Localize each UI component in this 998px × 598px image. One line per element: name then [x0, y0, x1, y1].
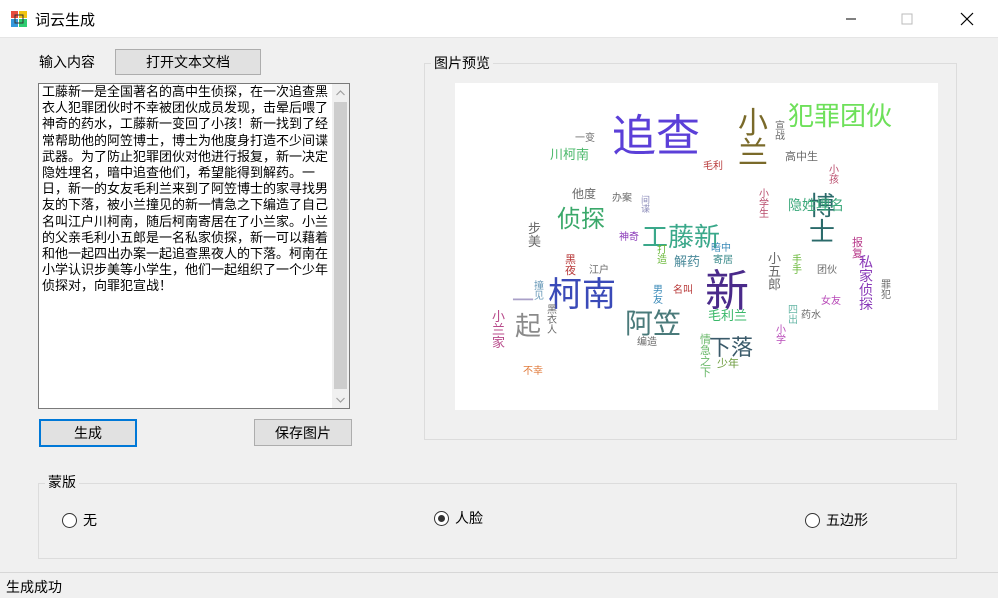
wordcloud-word: 小学 — [776, 324, 786, 346]
input-label: 输入内容 — [39, 55, 95, 71]
title-bar: 词云生成 — [0, 0, 998, 38]
wordcloud-word: 四出 — [788, 305, 798, 326]
maximize-button[interactable] — [884, 0, 930, 38]
wordcloud-word: 高中生 — [785, 149, 818, 163]
wordcloud-word: 小兰家 — [492, 310, 505, 351]
wordcloud-word: 步美 — [528, 222, 541, 250]
wordcloud-word: 罪犯 — [881, 279, 891, 301]
wordcloud-word: 男友 — [653, 284, 663, 306]
wordcloud-word: 寄居 — [713, 253, 733, 266]
radio-face[interactable] — [434, 510, 449, 526]
wordcloud-word: 少年 — [717, 356, 739, 370]
mask-option-pentagon-label: 五边形 — [826, 513, 868, 529]
wordcloud-word: 小孩 — [829, 164, 839, 186]
wordcloud-word: 情急之下 — [700, 333, 711, 379]
status-bar: 生成成功 — [0, 572, 998, 598]
wordcloud-word: 黑夜 — [565, 253, 576, 277]
wordcloud-preview-image: 追查 犯罪团伙 小兰新柯南 博士 阿笠 工藤新 侦探 下落起一隐姓埋名 川柯南 高中生 毛利兰 解药私… — [455, 83, 938, 410]
wordcloud-word: 女友 — [821, 294, 841, 307]
wordcloud-word: 编造 — [637, 335, 657, 348]
open-text-file-button[interactable]: 打开文本文档 — [115, 49, 261, 75]
wordcloud-word: 他度 — [572, 186, 596, 201]
wordcloud-word: 黑衣人 — [547, 304, 557, 336]
input-textarea[interactable]: 工藤新一是全国著名的高中生侦探，在一次追查黑衣人犯罪团伙时不幸被团伙成员发现，击… — [38, 83, 350, 409]
wordcloud-word: 报复 — [852, 235, 863, 260]
wordcloud-word: 川柯南 — [550, 147, 589, 163]
window-title: 词云生成 — [35, 11, 96, 29]
mask-option-none-label: 无 — [83, 513, 97, 529]
minimize-button[interactable] — [828, 0, 874, 38]
wordcloud-word: 小五郎 — [768, 252, 781, 293]
status-text: 生成成功 — [6, 580, 62, 596]
wordcloud-word: 不幸 — [523, 365, 543, 377]
wordcloud-word: 药水 — [801, 309, 821, 321]
wordcloud-word: 暗中 — [711, 241, 731, 254]
save-image-button[interactable]: 保存图片 — [254, 419, 352, 446]
wordcloud-word: 隐姓埋名 — [788, 198, 844, 214]
wordcloud-word: 宣战 — [775, 119, 785, 142]
mask-label: 蒙版 — [45, 472, 79, 492]
wordcloud-word: 一变 — [575, 131, 595, 144]
close-button[interactable] — [944, 0, 990, 38]
wordcloud-word: 办案 — [612, 191, 632, 204]
wordcloud-word: 打造 — [657, 243, 667, 266]
wordcloud-word: 名叫 — [673, 283, 693, 296]
wordcloud-svg: 追查 犯罪团伙小兰新柯南博士阿笠工藤新侦探下落起一隐姓埋名川柯南 高中生毛利兰解药私… — [492, 102, 892, 379]
wordcloud-word: 江户 — [589, 263, 609, 276]
wordcloud-word: 工藤新 — [642, 223, 720, 253]
minimize-icon — [846, 18, 856, 20]
preview-label: 图片预览 — [431, 53, 493, 73]
wordcloud-word: 解药 — [674, 255, 700, 270]
scroll-up-icon[interactable] — [332, 84, 349, 101]
wordcloud-word: 毛利兰 — [708, 309, 747, 324]
wordcloud-word: 追查 — [612, 111, 700, 162]
wordcloud-word: 手手 — [792, 253, 802, 276]
wordcloud-word: 团伙 — [817, 264, 837, 276]
wordcloud-word: 侦探 — [557, 205, 605, 233]
wordcloud-word: 神奇 — [619, 230, 639, 243]
wordcloud-word: 毛利 — [703, 160, 723, 172]
wordcloud-word: 间谍 — [641, 194, 650, 215]
textarea-scrollbar[interactable] — [332, 84, 349, 408]
radio-none[interactable] — [62, 512, 77, 528]
mask-option-pentagon[interactable]: 五边形 — [805, 510, 868, 530]
radio-pentagon[interactable] — [805, 512, 820, 528]
scroll-thumb[interactable] — [334, 102, 347, 389]
wordcloud-word: 起 — [515, 312, 541, 342]
wordcloud-word: 撞见 — [534, 279, 544, 302]
wordcloud-word: 柯南 — [548, 275, 616, 315]
mask-option-face-label: 人脸 — [455, 511, 483, 527]
generate-button[interactable]: 生成 — [39, 419, 137, 447]
wordcloud-word: 小兰 — [738, 106, 768, 171]
wordcloud-word: 阿笠 — [625, 307, 681, 340]
wordcloud-word: 犯罪团伙 — [788, 102, 892, 132]
wordcloud-word: 小学生 — [759, 188, 769, 220]
wordcloud-word: 一 — [512, 289, 534, 314]
mask-option-face[interactable]: 人脸 — [434, 508, 483, 528]
wordcloud-word: 私家侦探 — [859, 255, 873, 313]
app-windows-icon — [11, 11, 27, 27]
scroll-down-icon[interactable] — [332, 391, 349, 408]
input-text-content: 工藤新一是全国著名的高中生侦探，在一次追查黑衣人犯罪团伙时不幸被团伙成员发现，击… — [42, 85, 329, 295]
maximize-icon — [901, 13, 913, 25]
mask-option-none[interactable]: 无 — [62, 510, 97, 530]
close-icon — [960, 12, 974, 26]
